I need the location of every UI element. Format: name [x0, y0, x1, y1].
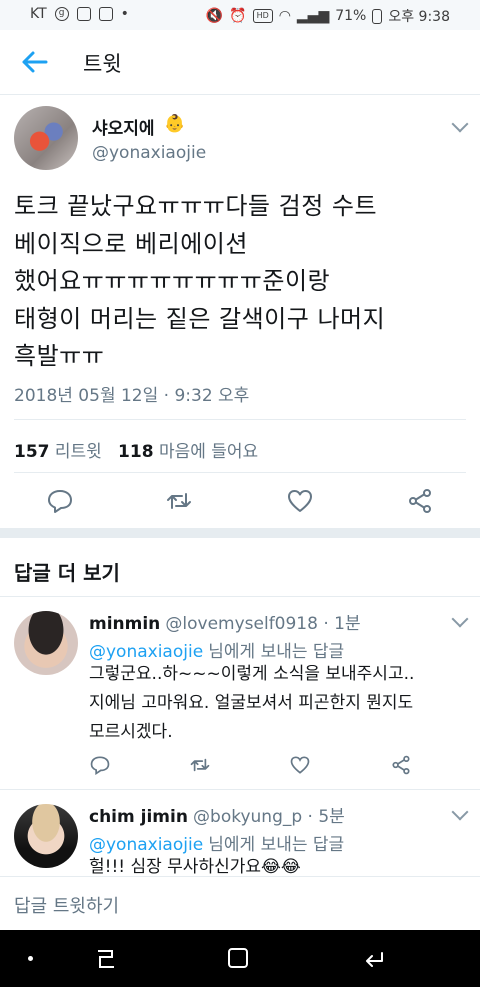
- reply-header: minmin @lovemyself0918 · 1분: [89, 609, 361, 634]
- reply-icon[interactable]: [90, 755, 110, 775]
- section-divider: [0, 528, 480, 538]
- reply-context: @yonaxiaojie 님에게 보내는 답글: [89, 637, 344, 662]
- name-emoji: 👶: [164, 114, 186, 134]
- reply-context: @yonaxiaojie 님에게 보내는 답글: [89, 830, 344, 855]
- chevron-down-icon[interactable]: [451, 803, 469, 821]
- chevron-down-icon[interactable]: [451, 115, 469, 133]
- more-replies-heading: 답글 더 보기: [14, 561, 120, 585]
- reply-compose-placeholder[interactable]: 답글 트윗하기: [14, 892, 119, 918]
- clock: 오후 9:38: [388, 9, 450, 25]
- reply-author-handle[interactable]: @bokyung_p · 5분: [193, 807, 345, 827]
- wifi-icon: ◠: [278, 8, 291, 24]
- tweet-text: 토크 끝났구요ㅠㅠㅠ다들 검정 수트 베이직으로 베리에이션 했어요ㅠㅠㅠㅠㅠㅠ…: [14, 192, 386, 370]
- reply-header: chim jimin @bokyung_p · 5분: [89, 802, 345, 827]
- divider: [0, 789, 480, 790]
- reply-to-link[interactable]: @yonaxiaojie: [89, 835, 203, 855]
- top-bar: 트윗: [0, 30, 480, 95]
- avatar[interactable]: [14, 804, 78, 868]
- more-notifications-icon: •: [120, 6, 129, 22]
- avatar[interactable]: [14, 611, 78, 675]
- gallery-icon: [76, 7, 91, 21]
- retweet-label[interactable]: 리트윗: [55, 442, 102, 462]
- divider: [0, 596, 480, 597]
- reply-text: 헐!!! 심장 무사하신가요😂😂: [89, 857, 301, 876]
- battery-icon: [372, 8, 383, 24]
- avatar[interactable]: [14, 106, 78, 170]
- android-nav-bar: [0, 930, 480, 987]
- reply-compose-bar[interactable]: 답글 트윗하기: [0, 876, 480, 931]
- divider: [14, 419, 466, 420]
- back-nav-icon[interactable]: [362, 947, 386, 971]
- alarm-icon: ⏰: [229, 8, 247, 24]
- reply-author-handle[interactable]: @lovemyself0918 · 1분: [165, 614, 360, 634]
- reply-text: 그렇군요..하~~~이렇게 소식을 보내주시고.. 지에님 고마워요. 얼굴보셔…: [89, 664, 415, 742]
- share-icon[interactable]: [407, 488, 433, 514]
- signal-icon: ▂▄▆: [296, 8, 330, 24]
- dot-icon: [28, 956, 33, 961]
- like-label[interactable]: 마음에 들어요: [159, 442, 258, 462]
- retweet-icon[interactable]: [190, 755, 210, 775]
- reply-author-name[interactable]: chim jimin: [89, 807, 188, 827]
- arrow-left-icon[interactable]: [20, 50, 48, 74]
- reply-to-label: 님에게 보내는 답글: [208, 642, 345, 662]
- author-handle[interactable]: @yonaxiaojie: [92, 143, 206, 163]
- carrier-label: KT: [30, 6, 47, 22]
- sd-card-icon: [98, 7, 113, 21]
- share-icon[interactable]: [391, 755, 411, 775]
- reply-author-name[interactable]: minmin: [89, 614, 160, 634]
- page-title: 트윗: [83, 52, 122, 76]
- heart-icon[interactable]: [290, 755, 310, 775]
- battery-percent: 71%: [335, 8, 367, 24]
- recent-apps-icon[interactable]: [94, 947, 118, 971]
- author-name[interactable]: 샤오지에: [92, 114, 155, 139]
- notification-icon: g: [54, 7, 69, 21]
- status-bar: KT g • 🔇 ⏰ HD ◠ ▂▄▆ 71% 오후 9:38: [0, 0, 480, 30]
- mute-icon: 🔇: [205, 8, 224, 24]
- retweet-icon[interactable]: [166, 488, 192, 514]
- reply-icon[interactable]: [47, 488, 73, 514]
- hd-icon: HD: [252, 9, 273, 23]
- divider: [14, 472, 466, 473]
- tweet-timestamp: 2018년 05월 12일 · 9:32 오후: [14, 386, 250, 406]
- reply-to-label: 님에게 보내는 답글: [208, 835, 345, 855]
- reply-to-link[interactable]: @yonaxiaojie: [89, 642, 203, 662]
- retweet-count[interactable]: 157: [14, 442, 50, 462]
- heart-icon[interactable]: [287, 488, 313, 514]
- chevron-down-icon[interactable]: [451, 610, 469, 628]
- like-count[interactable]: 118: [118, 442, 154, 462]
- tweet-stats: 157 리트윗 118 마음에 들어요: [14, 437, 258, 462]
- home-icon[interactable]: [228, 948, 248, 968]
